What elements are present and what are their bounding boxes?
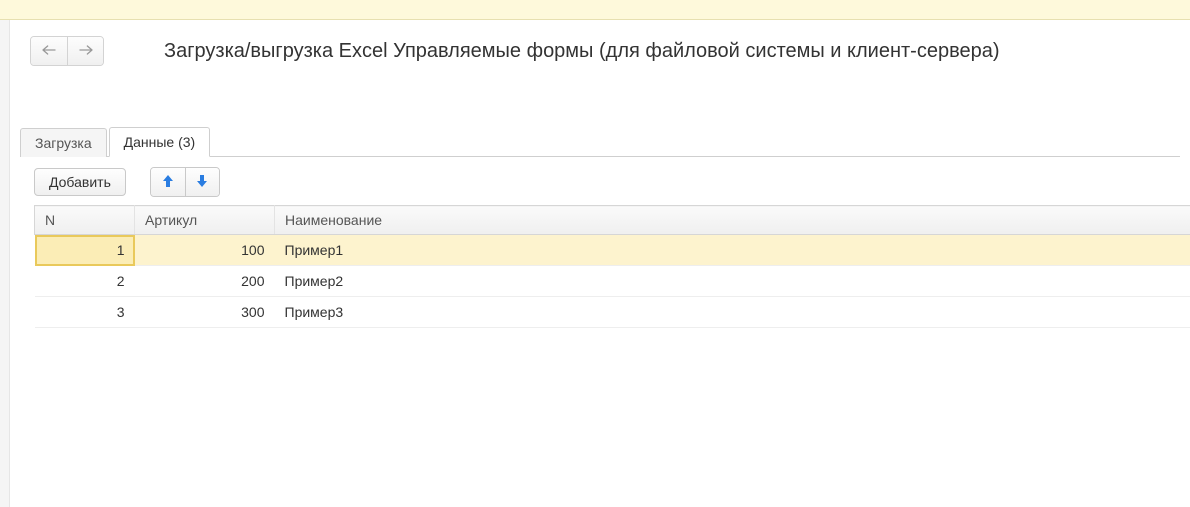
- left-rail: [0, 20, 10, 507]
- arrow-up-icon: [161, 173, 175, 192]
- data-table: N Артикул Наименование 1100Пример12200Пр…: [34, 205, 1190, 328]
- move-up-button[interactable]: [151, 168, 185, 196]
- tab-load[interactable]: Загрузка: [20, 128, 107, 157]
- cell-article[interactable]: 200: [135, 266, 275, 297]
- cell-article[interactable]: 100: [135, 235, 275, 266]
- col-header-name[interactable]: Наименование: [275, 206, 1190, 235]
- cell-name[interactable]: Пример1: [275, 235, 1190, 266]
- cell-n[interactable]: 2: [35, 266, 135, 297]
- col-header-article[interactable]: Артикул: [135, 206, 275, 235]
- nav-button-group: [30, 36, 104, 66]
- arrow-left-icon: [41, 43, 57, 59]
- cell-n[interactable]: 1: [35, 235, 135, 266]
- table-header-row: N Артикул Наименование: [35, 206, 1190, 235]
- add-button[interactable]: Добавить: [34, 168, 126, 196]
- cell-name[interactable]: Пример2: [275, 266, 1190, 297]
- move-button-group: [150, 167, 220, 197]
- cell-name[interactable]: Пример3: [275, 297, 1190, 328]
- forward-button[interactable]: [67, 37, 103, 65]
- move-down-button[interactable]: [185, 168, 219, 196]
- table-row[interactable]: 2200Пример2: [35, 266, 1190, 297]
- toolbar: Добавить: [20, 157, 1180, 205]
- back-button[interactable]: [31, 37, 67, 65]
- tabs: Загрузка Данные (3): [20, 126, 1180, 157]
- cell-article[interactable]: 300: [135, 297, 275, 328]
- page-title: Загрузка/выгрузка Excel Управляемые форм…: [164, 40, 1000, 63]
- col-header-n[interactable]: N: [35, 206, 135, 235]
- tab-data[interactable]: Данные (3): [109, 127, 211, 157]
- arrow-right-icon: [78, 43, 94, 59]
- arrow-down-icon: [195, 173, 209, 192]
- top-notification-band: [0, 0, 1190, 20]
- table-row[interactable]: 1100Пример1: [35, 235, 1190, 266]
- cell-n[interactable]: 3: [35, 297, 135, 328]
- table-row[interactable]: 3300Пример3: [35, 297, 1190, 328]
